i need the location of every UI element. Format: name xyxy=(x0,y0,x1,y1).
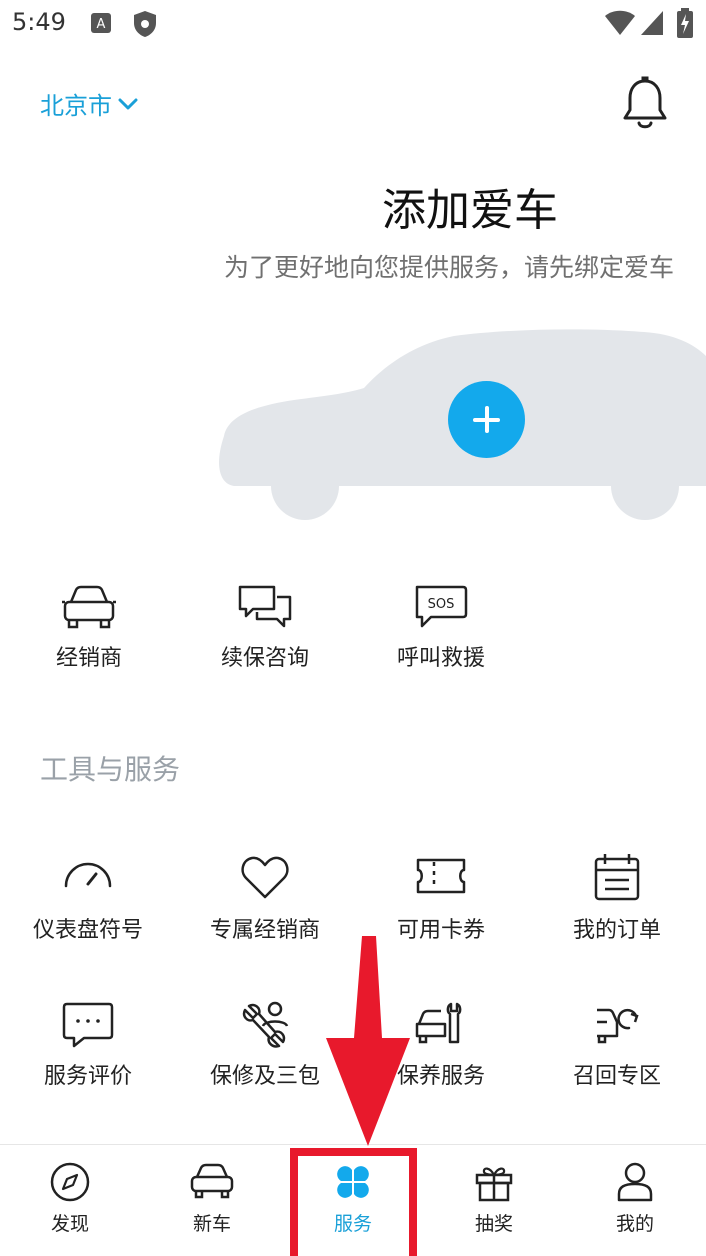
compass-icon xyxy=(50,1162,90,1202)
gauge-icon xyxy=(64,862,112,888)
car-wrench-icon xyxy=(415,1002,462,1044)
quick-rescue-call[interactable]: SOS 呼叫救援 xyxy=(371,584,511,672)
battery-charging-icon xyxy=(677,8,693,38)
tool-exclusive-dealer[interactable]: 专属经销商 xyxy=(185,852,345,944)
city-label: 北京市 xyxy=(40,92,112,120)
bell-icon[interactable] xyxy=(620,76,670,132)
calendar-list-icon xyxy=(594,854,640,901)
tab-discover[interactable]: 发现 xyxy=(20,1161,120,1236)
quick-label: 经销商 xyxy=(55,646,122,671)
tool-recall[interactable]: 召回专区 xyxy=(537,1000,697,1090)
header: 北京市 xyxy=(0,70,706,134)
annotation-highlight-box xyxy=(290,1148,417,1256)
tab-mine[interactable]: 我的 xyxy=(585,1161,685,1236)
annotation-arrow-icon xyxy=(326,936,410,1146)
tool-my-orders[interactable]: 我的订单 xyxy=(537,852,697,944)
add-car-plus-button[interactable] xyxy=(448,381,525,458)
svg-text:A: A xyxy=(97,17,106,32)
tool-dashboard-symbols[interactable]: 仪表盘符号 xyxy=(8,852,168,944)
quick-label: 呼叫救援 xyxy=(396,646,485,671)
tool-label: 我的订单 xyxy=(572,918,661,943)
tool-label: 服务评价 xyxy=(43,1064,132,1089)
status-bar: 5:49 A xyxy=(0,0,706,48)
car-icon xyxy=(190,1163,234,1199)
tab-lottery[interactable]: 抽奖 xyxy=(444,1161,544,1236)
ticket-icon xyxy=(416,858,466,894)
shield-icon xyxy=(134,11,156,37)
signal-icon xyxy=(641,11,663,35)
recall-icon xyxy=(597,1008,639,1044)
tab-label: 抽奖 xyxy=(474,1213,513,1235)
heart-icon xyxy=(241,856,289,899)
tool-coupons[interactable]: 可用卡券 xyxy=(361,852,521,944)
tab-new-car[interactable]: 新车 xyxy=(162,1161,262,1236)
car-front-icon xyxy=(62,585,116,629)
sos-icon: SOS xyxy=(415,585,468,628)
chat-bubbles-icon xyxy=(238,585,292,628)
add-car-title: 添加爱车 xyxy=(382,185,558,236)
add-car-subtitle: 为了更好地向您提供服务，请先绑定爱车 xyxy=(224,253,675,282)
city-selector[interactable]: 北京市 xyxy=(40,86,138,121)
wrench-person-icon xyxy=(242,1001,289,1048)
tool-label: 仪表盘符号 xyxy=(32,918,143,943)
tab-label: 发现 xyxy=(50,1213,89,1235)
tools-section-title: 工具与服务 xyxy=(40,753,181,786)
keyboard-a-icon: A xyxy=(91,13,111,33)
svg-text:SOS: SOS xyxy=(428,597,455,612)
quick-label: 续保咨询 xyxy=(220,646,309,671)
quick-dealer[interactable]: 经销商 xyxy=(19,584,159,672)
gift-icon xyxy=(475,1167,513,1202)
quick-insurance-consult[interactable]: 续保咨询 xyxy=(195,584,335,672)
wifi-icon xyxy=(605,10,635,35)
tab-label: 新车 xyxy=(192,1213,231,1235)
tool-service-review[interactable]: 服务评价 xyxy=(8,1000,168,1090)
comment-dots-icon xyxy=(62,1002,114,1048)
tab-label: 我的 xyxy=(615,1213,654,1235)
chevron-down-icon xyxy=(118,98,138,109)
user-icon xyxy=(617,1162,653,1202)
tool-label: 召回专区 xyxy=(572,1064,661,1089)
status-time: 5:49 xyxy=(12,8,66,36)
